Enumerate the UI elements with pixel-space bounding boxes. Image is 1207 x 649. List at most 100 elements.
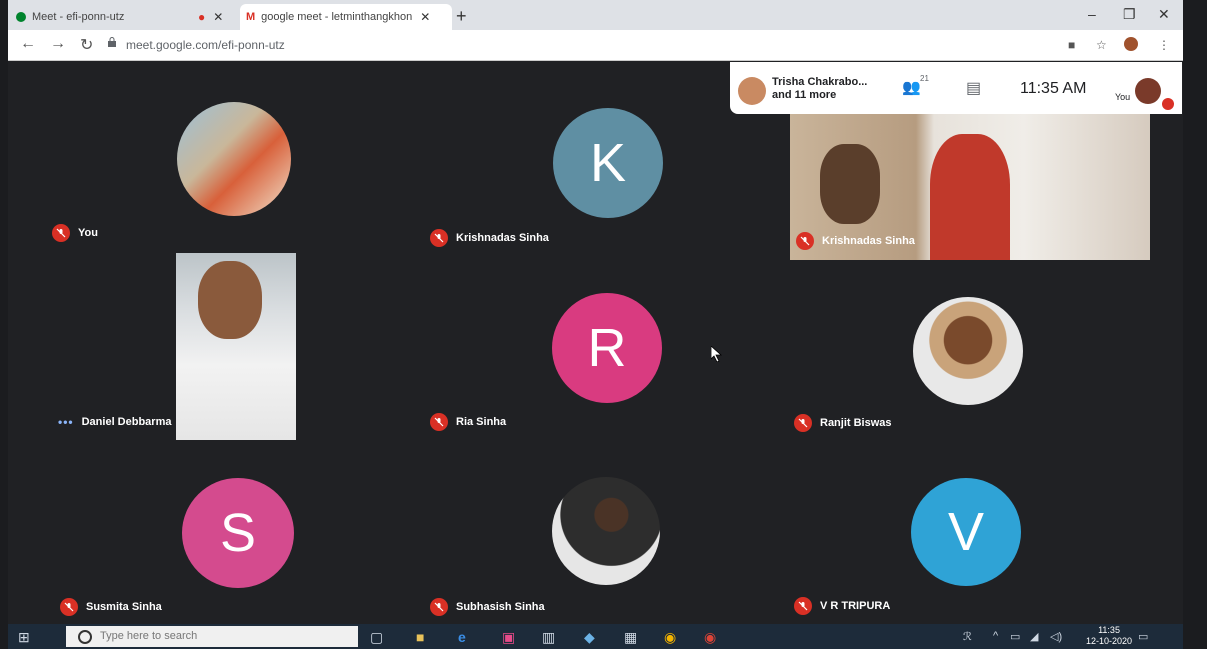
windows-taskbar: ⊞ Type here to search ▢ ■ e ▣ ▥ ◆ ▦ ◉ ◉ … xyxy=(8,624,1183,649)
tile-label: V R TRIPURA xyxy=(794,597,890,615)
star-icon[interactable]: ☆ xyxy=(1096,38,1107,52)
participant-name: Krishnadas Sinha xyxy=(822,235,915,247)
taskbar-clock[interactable]: 11:35 12-10-2020 xyxy=(1086,625,1132,647)
taskbar-search[interactable]: Type here to search xyxy=(66,626,358,647)
tile-label: ••• Daniel Debbarma xyxy=(58,415,171,429)
back-icon[interactable]: ← xyxy=(20,35,36,53)
tab-gmail[interactable]: M google meet - letminthangkhon ✕ xyxy=(240,4,452,30)
person-silhouette xyxy=(820,144,880,224)
participant-avatar xyxy=(738,77,766,105)
participants-line2: and 11 more xyxy=(772,89,837,101)
forward-icon[interactable]: → xyxy=(50,35,66,53)
close-tab-icon[interactable]: ✕ xyxy=(213,10,223,24)
chevron-up-icon[interactable]: ^ xyxy=(993,630,998,642)
video-feed-daniel xyxy=(176,253,296,440)
tile-label: Ranjit Biswas xyxy=(794,414,892,432)
mic-off-icon xyxy=(430,598,448,616)
people-icon[interactable]: 👥 xyxy=(902,78,921,96)
self-avatar[interactable] xyxy=(1135,78,1161,104)
close-tab-icon[interactable]: ✕ xyxy=(420,10,430,24)
app-icon[interactable]: ◆ xyxy=(584,629,595,646)
participant-name: Ria Sinha xyxy=(456,416,507,428)
browser-tab-bar: Meet - efi-ponn-utz ● ✕ M google meet - l… xyxy=(8,0,1183,30)
maximize-icon[interactable]: ❐ xyxy=(1123,6,1136,23)
close-window-icon[interactable]: ✕ xyxy=(1158,6,1170,23)
mic-off-icon xyxy=(52,224,70,242)
participant-name: Ranjit Biswas xyxy=(820,417,892,429)
chrome-icon[interactable]: ◉ xyxy=(664,629,676,646)
subhasish-avatar-photo xyxy=(552,477,660,585)
participants-summary[interactable]: Trisha Chakrabo... and 11 more xyxy=(772,76,867,102)
windows-start-icon[interactable]: ⊞ xyxy=(18,629,30,646)
tab-label: Meet - efi-ponn-utz xyxy=(32,11,125,23)
file-explorer-icon[interactable]: ■ xyxy=(416,629,424,645)
participant-name: Krishnadas Sinha xyxy=(456,232,549,244)
avatar-v: V xyxy=(911,478,1021,586)
avatar-initial: K xyxy=(589,133,627,193)
taskbar-date: 12-10-2020 xyxy=(1086,636,1133,646)
participant-name: V R TRIPURA xyxy=(820,600,891,612)
mic-off-icon xyxy=(430,413,448,431)
ranjit-avatar-photo xyxy=(913,297,1023,405)
avatar-s: S xyxy=(182,478,294,588)
mic-off-icon xyxy=(794,597,812,615)
camera-icon[interactable]: ■ xyxy=(1068,38,1075,52)
chat-icon[interactable]: ▤ xyxy=(966,78,981,98)
taskbar-time: 11:35 xyxy=(1098,625,1120,635)
tile-label: Ria Sinha xyxy=(430,413,506,431)
mic-off-icon xyxy=(794,414,812,432)
search-placeholder: Type here to search xyxy=(100,630,198,642)
mic-off-icon xyxy=(430,229,448,247)
people-tray-icon[interactable]: ℛ xyxy=(963,630,972,643)
meet-favicon-icon xyxy=(16,12,26,22)
participant-name: You xyxy=(78,227,98,239)
profile-avatar[interactable] xyxy=(1124,37,1138,51)
reload-icon[interactable]: ↻ xyxy=(80,35,93,55)
tile-label: Krishnadas Sinha xyxy=(796,232,915,250)
wifi-icon[interactable]: ◢ xyxy=(1030,630,1038,643)
new-tab-button[interactable]: + xyxy=(456,6,467,27)
search-icon xyxy=(78,630,92,644)
url-field[interactable]: meet.google.com/efi-ponn-utz xyxy=(126,38,285,52)
tile-label: Krishnadas Sinha xyxy=(430,229,549,247)
volume-icon[interactable]: ◁) xyxy=(1050,630,1062,643)
person-silhouette xyxy=(930,134,1010,260)
tile-label: Subhasish Sinha xyxy=(430,598,545,616)
tab-label: google meet - letminthangkhon xyxy=(261,11,413,23)
meet-header: Trisha Chakrabo... and 11 more 👥 21 ▤ 11… xyxy=(730,62,1182,114)
mic-off-icon xyxy=(60,598,78,616)
you-avatar-photo xyxy=(177,102,291,216)
participant-name: Daniel Debbarma xyxy=(81,416,172,428)
tab-meet[interactable]: Meet - efi-ponn-utz xyxy=(16,4,196,30)
calculator-icon[interactable]: ▦ xyxy=(624,629,637,646)
shopping-bag-icon[interactable]: ▥ xyxy=(542,629,555,646)
mic-off-icon xyxy=(796,232,814,250)
battery-icon[interactable]: ▭ xyxy=(1010,630,1020,643)
store-icon[interactable]: ▣ xyxy=(502,629,515,646)
person-face xyxy=(198,261,262,339)
task-view-icon[interactable]: ▢ xyxy=(370,629,383,646)
avatar-r: R xyxy=(552,293,662,403)
participant-count: 21 xyxy=(920,74,929,83)
chrome-active-icon[interactable]: ◉ xyxy=(704,629,716,646)
gmail-icon: M xyxy=(246,11,256,23)
notification-icon[interactable]: ▭ xyxy=(1138,630,1148,643)
avatar-initial: R xyxy=(587,318,627,378)
mic-off-icon xyxy=(1162,98,1174,110)
edge-icon[interactable]: e xyxy=(458,629,466,645)
avatar-initial: S xyxy=(219,503,257,563)
lock-icon xyxy=(108,37,116,47)
avatar-initial: V xyxy=(947,502,985,562)
avatar-k: K xyxy=(553,108,663,218)
meeting-time: 11:35 AM xyxy=(1020,80,1087,97)
participants-line1: Trisha Chakrabo... xyxy=(772,76,868,88)
self-label: You xyxy=(1115,92,1131,102)
tab-recording-indicator: ● ✕ xyxy=(198,10,224,24)
mouse-cursor-icon xyxy=(711,346,723,362)
tile-label: Susmita Sinha xyxy=(60,598,162,616)
menu-icon[interactable]: ⋮ xyxy=(1158,38,1170,52)
tile-label: You xyxy=(52,224,98,242)
minimize-icon[interactable]: – xyxy=(1088,6,1096,22)
address-bar-row: ← → ↻ meet.google.com/efi-ponn-utz ■ ☆ ⋮ xyxy=(8,30,1183,61)
participant-name: Susmita Sinha xyxy=(86,601,162,613)
